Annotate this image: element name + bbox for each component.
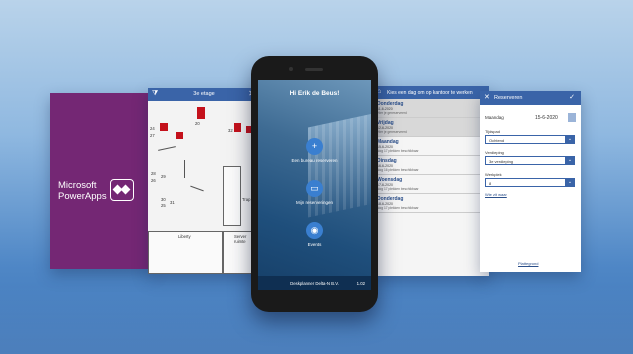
desk-number: 27 xyxy=(150,133,155,138)
desk-number: 28 xyxy=(151,171,156,176)
location-pin-icon: ◉ xyxy=(306,222,323,239)
footer-version: 1.02 xyxy=(356,281,365,286)
chevron-down-icon[interactable]: ⌄ xyxy=(565,156,575,165)
my-reservations-button[interactable]: ▭ Mijn reserveringen xyxy=(258,180,371,205)
desk[interactable] xyxy=(176,132,183,139)
list-item[interactable]: Dinsdag 16-6-2020 Nog 16 plekken beschik… xyxy=(373,156,489,175)
desk[interactable] xyxy=(160,123,168,131)
speaker-grille xyxy=(305,68,323,71)
phone-footer: Deskplanner Delta-N B.V. 1.02 xyxy=(258,276,371,290)
reserve-header: ✕ Reserveren ✓ xyxy=(480,91,581,105)
day-status: Nog 17 plekken beschikbaar xyxy=(377,149,419,153)
powerapps-title: Microsoft PowerApps xyxy=(58,180,107,202)
powerapps-line1: Microsoft xyxy=(58,180,97,191)
reserve-date: 15-6-2020 xyxy=(535,115,558,121)
list-item[interactable]: Donderdag 11-6-2020 Hier je gereserveerd xyxy=(373,99,489,118)
footer-company: Deskplanner Delta-N B.V. xyxy=(290,281,339,286)
wall xyxy=(158,146,176,151)
desk-number: 32 xyxy=(228,128,233,133)
select-value: 8 xyxy=(489,181,492,186)
checkmark-icon[interactable]: ✓ xyxy=(569,93,575,101)
reserve-panel: ✕ Reserveren ✓ Maandag 15-6-2020 Tijdspa… xyxy=(480,91,581,272)
calendar-icon[interactable] xyxy=(568,113,576,122)
reserve-title: Reserveren xyxy=(494,95,523,101)
field-label: Tijdspad xyxy=(485,129,500,134)
desk[interactable] xyxy=(234,123,241,132)
select-value: Ochtend xyxy=(489,138,505,143)
stairwell-room xyxy=(223,166,241,226)
wall xyxy=(190,185,204,192)
desk[interactable] xyxy=(197,107,205,119)
events-button[interactable]: ◉ Events xyxy=(258,222,371,247)
desk-number: 25 xyxy=(161,203,166,208)
floor-map-title: 3e etage xyxy=(193,91,215,97)
day-list-header: ⌂ Kies een dag om op kantoor te werken xyxy=(373,86,489,99)
plus-icon: + xyxy=(306,138,323,155)
select-value: 3e verdieping xyxy=(489,159,514,164)
desk-number: 20 xyxy=(195,121,200,126)
wall xyxy=(184,160,185,178)
chevron-down-icon[interactable]: ⌄ xyxy=(565,135,575,144)
camera-icon xyxy=(289,67,293,71)
who-sits-where-link[interactable]: Wie zit waar xyxy=(485,192,507,197)
reserve-desk-button[interactable]: + Een bureau reserveren xyxy=(258,138,371,163)
day-status: Nog 17 plekken beschikbaar xyxy=(377,187,419,191)
floor-map-panel: ⧩ 3e etage ✕ 24 27 20 28 29 26 30 25 31 … xyxy=(148,88,260,274)
day-status: Nog 16 plekken beschikbaar xyxy=(377,168,419,172)
desk-number: 30 xyxy=(161,197,166,202)
action-label: Mijn reserveringen xyxy=(295,200,333,205)
day-status: Nog 17 plekken beschikbaar xyxy=(377,206,419,210)
list-item[interactable]: Maandag 15-6-2020 Nog 17 plekken beschik… xyxy=(373,137,489,156)
phone-screen: Hi Erik de Beus! + Een bureau reserveren… xyxy=(258,80,371,290)
powerapps-panel: Microsoft PowerApps xyxy=(50,93,153,269)
room-liberty-label: Liberty xyxy=(178,234,191,239)
tijdspad-select[interactable]: Ochtend ⌄ xyxy=(485,135,575,144)
desk-number: 26 xyxy=(151,178,156,183)
desk-number: 29 xyxy=(161,174,166,179)
action-label: Events xyxy=(307,242,322,247)
reserve-day: Maandag xyxy=(485,115,504,120)
greeting-title: Hi Erik de Beus! xyxy=(289,90,340,97)
chevron-down-icon[interactable]: ⌄ xyxy=(565,178,575,187)
day-status: Hier je gereserveerd xyxy=(377,130,407,134)
field-label: Verdieping xyxy=(485,150,504,155)
field-label: Werkplek xyxy=(485,172,502,177)
day-status: Hier je gereserveerd xyxy=(377,111,407,115)
floor-map-header: ⧩ 3e etage ✕ xyxy=(148,88,260,101)
day-list-title: Kies een dag om op kantoor te werken xyxy=(387,90,473,96)
powerapps-line2: PowerApps xyxy=(58,191,107,202)
list-item[interactable]: Woensdag 17-6-2020 Nog 17 plekken beschi… xyxy=(373,175,489,194)
phone-device: Hi Erik de Beus! + Een bureau reserveren… xyxy=(251,56,378,312)
action-label: Een bureau reserveren xyxy=(291,158,338,163)
desk-number: 31 xyxy=(170,200,175,205)
calendar-icon: ▭ xyxy=(306,180,323,197)
floorplan-link[interactable]: Plattegrond xyxy=(518,261,538,266)
werkplek-select[interactable]: 8 ⌄ xyxy=(485,178,575,187)
desk-number: 24 xyxy=(150,126,155,131)
stairs-label: Trap xyxy=(242,197,251,202)
list-item[interactable]: Vrijdag 12-6-2020 Hier je gereserveerd xyxy=(373,118,489,137)
list-item[interactable]: Donderdag 18-6-2020 Nog 17 plekken besch… xyxy=(373,194,489,213)
verdieping-select[interactable]: 3e verdieping ⌄ xyxy=(485,156,575,165)
close-icon[interactable]: ✕ xyxy=(484,93,490,101)
day-list-panel: ⌂ Kies een dag om op kantoor te werken D… xyxy=(373,86,489,276)
powerapps-logo-icon xyxy=(110,179,134,201)
